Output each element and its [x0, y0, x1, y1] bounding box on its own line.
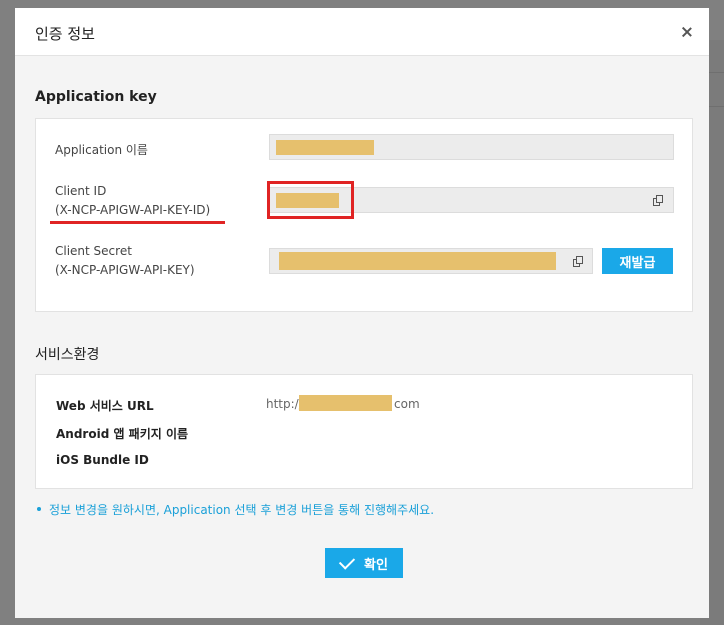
redacted-value [279, 252, 556, 270]
check-icon [338, 552, 356, 570]
application-key-panel: Application 이름 Client ID (X-NCP-APIGW-AP… [35, 118, 693, 312]
application-key-section-title: Application key [35, 89, 157, 105]
service-env-section-title: 서비스환경 [35, 347, 100, 363]
web-url-prefix: http:// [266, 397, 303, 411]
client-id-label: Client ID [55, 184, 107, 198]
web-url-suffix: com [394, 397, 420, 411]
copy-icon[interactable] [653, 195, 665, 207]
android-package-label: Android 앱 패키지 이름 [56, 427, 189, 441]
reissue-button[interactable]: 재발급 [602, 248, 673, 274]
copy-icon[interactable] [573, 256, 585, 268]
info-notice: 정보 변경을 원하시면, Application 선택 후 변경 버튼을 통해 … [37, 501, 434, 518]
modal-header: 인증 정보 [15, 8, 709, 56]
confirm-button-label: 확인 [364, 557, 388, 573]
ios-bundle-label: iOS Bundle ID [56, 453, 149, 467]
client-secret-header-label: (X-NCP-APIGW-API-KEY) [55, 263, 195, 277]
confirm-button[interactable]: 확인 [325, 548, 403, 578]
service-env-panel: Web 서비스 URL http:// com Android 앱 패키지 이름… [35, 374, 693, 489]
close-icon[interactable] [679, 24, 695, 40]
web-url-label: Web 서비스 URL [56, 399, 154, 413]
modal-title: 인증 정보 [35, 25, 95, 43]
auth-info-modal: 인증 정보 Application key Application 이름 Cli… [15, 8, 709, 618]
client-secret-label: Client Secret [55, 244, 132, 258]
notice-text: 정보 변경을 원하시면, Application 선택 후 변경 버튼을 통해 … [49, 503, 435, 517]
annotation-highlight-box [267, 181, 354, 219]
redacted-value [276, 140, 374, 155]
client-id-header-label: (X-NCP-APIGW-API-KEY-ID) [55, 203, 211, 217]
app-name-label: Application 이름 [55, 143, 148, 157]
bullet-icon [37, 506, 41, 511]
redacted-value [299, 395, 392, 411]
annotation-underline [50, 221, 225, 224]
app-name-field[interactable] [269, 134, 674, 160]
client-secret-field[interactable] [269, 248, 593, 274]
